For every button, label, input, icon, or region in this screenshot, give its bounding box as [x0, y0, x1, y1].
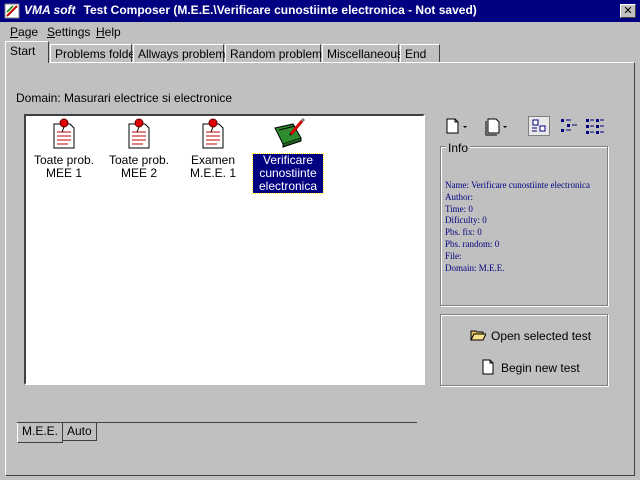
- large-icons-view-button[interactable]: [528, 116, 550, 136]
- tab-problems-folder[interactable]: Problems folder: [50, 44, 139, 62]
- close-button[interactable]: ✕: [620, 4, 636, 18]
- document-pin-icon: [53, 118, 75, 149]
- info-details: Name: Verificare cunostiinte electronica…: [445, 180, 590, 274]
- tab-random-problems[interactable]: Random problems: [225, 44, 328, 62]
- menu-bar: Page Settings Help: [0, 23, 640, 41]
- info-domain: Domain: M.E.E.: [445, 262, 505, 273]
- info-time: Time: 0: [445, 203, 473, 214]
- new-document-icon: [482, 359, 494, 375]
- open-selected-test-label: Open selected test: [491, 329, 592, 343]
- tab-end-label: End: [405, 47, 427, 61]
- begin-new-test-label: Begin new test: [501, 361, 580, 375]
- test-item[interactable]: Toate prob. MEE 1: [29, 118, 99, 180]
- menu-page[interactable]: Page: [10, 25, 38, 39]
- bottom-tab-auto[interactable]: Auto: [63, 423, 97, 441]
- tab-miscellaneous[interactable]: Miscellaneous: [322, 44, 403, 62]
- info-file: File:: [445, 250, 462, 261]
- notebook-pencil-icon: [274, 118, 305, 148]
- bottom-tab-auto-label: Auto: [67, 424, 92, 438]
- test-label: Toate prob. MEE 2: [108, 153, 170, 180]
- brand-name: VMA soft: [24, 3, 76, 17]
- app-icon: [4, 3, 20, 19]
- menu-help[interactable]: Help: [96, 25, 121, 39]
- menu-page-label: Page: [10, 25, 39, 39]
- info-name: Name: Verificare cunostiinte electronica: [445, 180, 591, 190]
- test-label: Verificare cunostiinte electronica: [252, 153, 324, 194]
- tab-miscellaneous-label: Miscellaneous: [327, 47, 404, 61]
- test-label: Examen M.E.E. 1: [189, 153, 236, 180]
- title-bar[interactable]: VMA soft Test Composer (M.E.E.\Verificare…: [0, 0, 640, 22]
- domain-label: Domain: Masurari electrice si electronic…: [16, 91, 233, 105]
- tab-allways-problems-label: Allways problems: [138, 47, 232, 61]
- tests-list[interactable]: Toate prob. MEE 1 Toate prob. MEE 2 Exam…: [24, 114, 425, 385]
- menu-settings[interactable]: Settings: [47, 25, 90, 39]
- open-selected-test-button[interactable]: Open selected test: [470, 327, 591, 343]
- info-title: Info: [446, 141, 471, 155]
- close-icon: ✕: [623, 5, 633, 17]
- page-dropdown-button[interactable]: [483, 116, 511, 136]
- tab-start-label: Start: [10, 44, 36, 58]
- menu-settings-label: Settings: [47, 25, 91, 39]
- info-difficulty: Dificulty: 0: [445, 215, 487, 226]
- small-icons-view-button[interactable]: [558, 116, 580, 136]
- info-pbs-fix: Pbs. fix: 0: [445, 227, 482, 238]
- document-pin-icon: [128, 118, 150, 149]
- title-label: Test Composer (M.E.E.\Verificare cunosti…: [83, 3, 477, 17]
- test-item-selected[interactable]: Verificare cunostiinte electronica: [252, 118, 324, 194]
- tab-random-problems-label: Random problems: [230, 47, 329, 61]
- info-pbs-random: Pbs. random: 0: [445, 238, 500, 249]
- info-author: Author:: [445, 191, 473, 202]
- actions-group: [440, 314, 608, 386]
- tab-allways-problems[interactable]: Allways problems: [133, 44, 231, 62]
- menu-help-label: Help: [96, 25, 121, 39]
- tab-start[interactable]: Start: [5, 41, 49, 63]
- test-item[interactable]: Toate prob. MEE 2: [104, 118, 174, 180]
- test-item[interactable]: Examen M.E.E. 1: [178, 118, 248, 180]
- begin-new-test-button[interactable]: Begin new test: [480, 359, 580, 375]
- document-pin-icon: [202, 118, 224, 149]
- bottom-tab-mee[interactable]: M.E.E.: [17, 423, 64, 443]
- tab-problems-folder-label: Problems folder: [55, 47, 140, 61]
- bottom-tab-mee-label: M.E.E.: [22, 424, 59, 438]
- new-dropdown-button[interactable]: [444, 116, 472, 136]
- test-label: Toate prob. MEE 1: [33, 153, 95, 180]
- tab-end[interactable]: End: [400, 44, 440, 62]
- open-folder-icon: [470, 330, 487, 341]
- window-title: VMA soft Test Composer (M.E.E.\Verificare…: [24, 3, 477, 17]
- list-view-button[interactable]: [584, 116, 606, 136]
